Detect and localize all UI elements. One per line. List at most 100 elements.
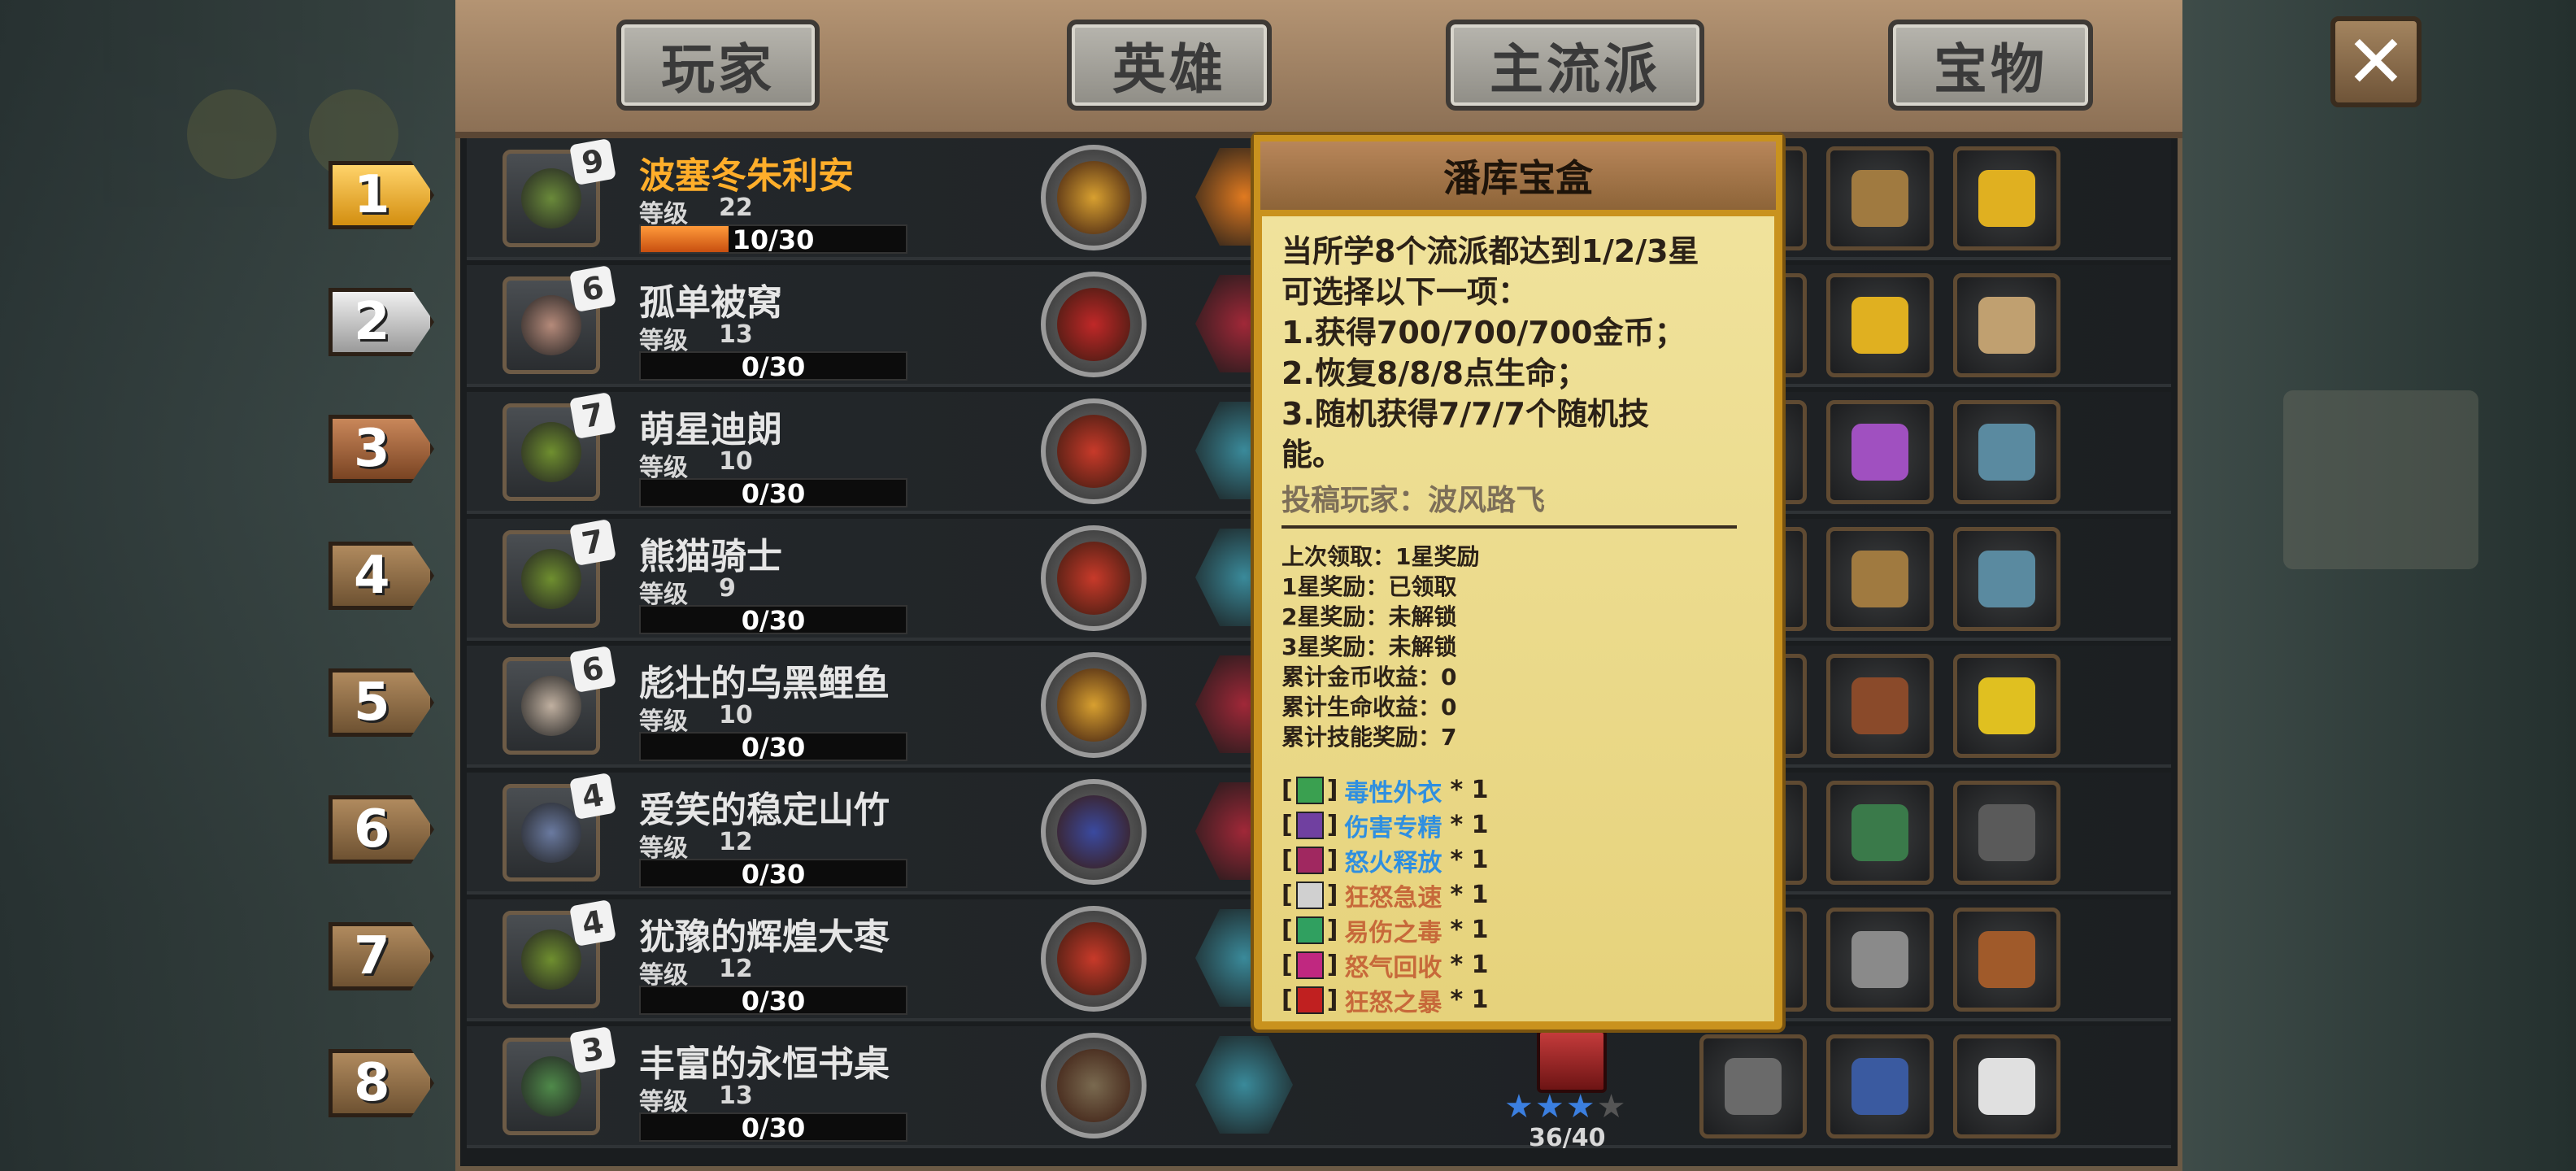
treasure-item-icon — [1978, 677, 2035, 734]
level-value: 12 — [719, 955, 753, 983]
treasure-item-icon — [1725, 1058, 1782, 1115]
skill-reward-item: [] 易伤之毒 * 1 — [1281, 912, 1488, 947]
tab-heroes[interactable]: 英雄 — [1067, 20, 1272, 111]
bracket: ] — [1326, 846, 1338, 874]
level-value: 12 — [719, 828, 753, 856]
skill-reward-icon — [1295, 986, 1324, 1014]
treasure-item-icon — [1978, 551, 2035, 607]
xp-text: 10/30 — [732, 224, 815, 255]
treasure-slot[interactable] — [1826, 781, 1934, 885]
treasure-slot[interactable] — [1953, 273, 2060, 377]
treasure-slot[interactable] — [1953, 1034, 2060, 1138]
xp-bar: 0/30 — [639, 986, 907, 1015]
hero-skill-icon[interactable] — [1041, 906, 1147, 1012]
treasure-item-icon — [1852, 804, 1908, 861]
avatar-face — [521, 549, 581, 609]
treasure-slot[interactable] — [1826, 654, 1934, 758]
close-button[interactable]: ✕ — [2330, 16, 2422, 107]
avatar-face — [521, 803, 581, 863]
xp-text: 0/30 — [741, 732, 806, 763]
treasure-slot[interactable] — [1953, 908, 2060, 1012]
treasure-slot[interactable] — [1826, 908, 1934, 1012]
treasure-slot[interactable] — [1953, 146, 2060, 250]
skill-reward-item: [] 怒火释放 * 1 — [1281, 842, 1488, 877]
treasure-slot[interactable] — [1826, 273, 1934, 377]
bg-coin-icon — [187, 89, 276, 179]
bracket: [ — [1281, 846, 1293, 874]
skill-reward-count: * 1 — [1450, 951, 1489, 979]
stat-line: 3星奖励：未解锁 — [1281, 633, 1457, 660]
treasure-item-icon — [1978, 424, 2035, 481]
xp-text: 0/30 — [741, 1112, 806, 1143]
bracket: [ — [1281, 916, 1293, 944]
skill-core — [1057, 795, 1130, 868]
skill-reward-name: 毒性外衣 — [1344, 778, 1442, 808]
stat-line: 累计生命收益：0 — [1281, 694, 1457, 720]
treasure-slot[interactable] — [1953, 400, 2060, 504]
tab-players[interactable]: 玩家 — [616, 20, 820, 111]
bracket: [ — [1281, 881, 1293, 909]
rank-number: 2 — [354, 292, 390, 352]
progress-stars: ★★★★ — [1504, 1088, 1628, 1125]
desc-line: 1.获得700/700/700金币； — [1281, 315, 1686, 350]
desc-line: 当所学8个流派都达到1/2/3星 — [1281, 233, 1699, 269]
treasure-item-icon — [1978, 931, 2035, 988]
skill-reward-icon — [1295, 881, 1324, 909]
divider — [1281, 525, 1737, 529]
tab-treasures[interactable]: 宝物 — [1888, 20, 2093, 111]
treasure-slot[interactable] — [1953, 527, 2060, 631]
skill-core — [1057, 542, 1130, 615]
hero-skill-icon[interactable] — [1041, 272, 1147, 377]
xp-bar: 0/30 — [639, 605, 907, 634]
bracket: ] — [1326, 951, 1338, 979]
skill-core — [1057, 161, 1130, 234]
treasure-item-icon — [1852, 424, 1908, 481]
skill-reward-name: 伤害专精 — [1344, 813, 1442, 842]
bracket: [ — [1281, 986, 1293, 1014]
skill-reward-name: 狂怒急速 — [1344, 883, 1442, 912]
hero-skill-icon[interactable] — [1041, 1033, 1147, 1138]
hero-level-badge: 7 — [569, 392, 616, 439]
hero-level-badge: 7 — [569, 519, 616, 566]
xp-bar: 0/30 — [639, 351, 907, 381]
bracket: ] — [1326, 916, 1338, 944]
school-icon[interactable] — [1195, 1036, 1293, 1134]
treasure-item-icon — [1852, 931, 1908, 988]
treasure-slot[interactable] — [1953, 781, 2060, 885]
stat-line: 2星奖励：未解锁 — [1281, 603, 1457, 630]
treasure-slot[interactable] — [1826, 1034, 1934, 1138]
skill-reward-list: [] 毒性外衣 * 1[] 伤害专精 * 1[] 怒火释放 * 1[] 狂怒急速 * 1[] 易伤… — [1281, 773, 1488, 1017]
tooltip-title: 潘库宝盒 — [1254, 135, 1782, 216]
treasure-slot[interactable] — [1953, 654, 2060, 758]
level-value: 13 — [719, 320, 753, 349]
tab-main-school[interactable]: 主流派 — [1446, 20, 1704, 111]
level-value: 10 — [719, 447, 753, 476]
hero-level-badge: 3 — [569, 1026, 616, 1073]
tooltip-description: 当所学8个流派都达到1/2/3星 可选择以下一项： 1.获得700/700/70… — [1281, 231, 1761, 475]
skill-reward-name: 狂怒之暴 — [1344, 988, 1442, 1017]
hero-skill-icon[interactable] — [1041, 652, 1147, 758]
xp-text: 0/30 — [741, 478, 806, 509]
rank-number: 3 — [354, 419, 390, 479]
treasure-slot[interactable] — [1826, 146, 1934, 250]
hero-skill-icon[interactable] — [1041, 525, 1147, 631]
hero-skill-icon[interactable] — [1041, 398, 1147, 504]
bg-panel — [2283, 390, 2478, 569]
rank-number: 8 — [354, 1053, 390, 1113]
treasure-item-icon — [1852, 170, 1908, 227]
hero-skill-icon[interactable] — [1041, 779, 1147, 885]
skill-reward-item: [] 狂怒之暴 * 1 — [1281, 982, 1488, 1017]
xp-bar: 0/30 — [639, 478, 907, 507]
treasure-slot[interactable] — [1699, 1034, 1807, 1138]
leaderboard-row[interactable]: 8 3 丰富的永恒书桌 等级 13 0/30 — [329, 1026, 2171, 1148]
skill-reward-name: 怒气回收 — [1344, 953, 1442, 982]
close-icon: ✕ — [2345, 19, 2407, 105]
treasure-slot[interactable] — [1826, 400, 1934, 504]
tooltip-stats: 上次领取：1星奖励 1星奖励：已领取 2星奖励：未解锁 3星奖励：未解锁 累计金… — [1281, 542, 1479, 752]
hero-level-badge: 9 — [569, 138, 616, 185]
school-progress: ★★★★ 36/40 — [1504, 1030, 1626, 1160]
avatar-face — [521, 168, 581, 229]
hero-skill-icon[interactable] — [1041, 145, 1147, 250]
treasure-slot[interactable] — [1826, 527, 1934, 631]
skill-reward-item: [] 毒性外衣 * 1 — [1281, 773, 1488, 808]
